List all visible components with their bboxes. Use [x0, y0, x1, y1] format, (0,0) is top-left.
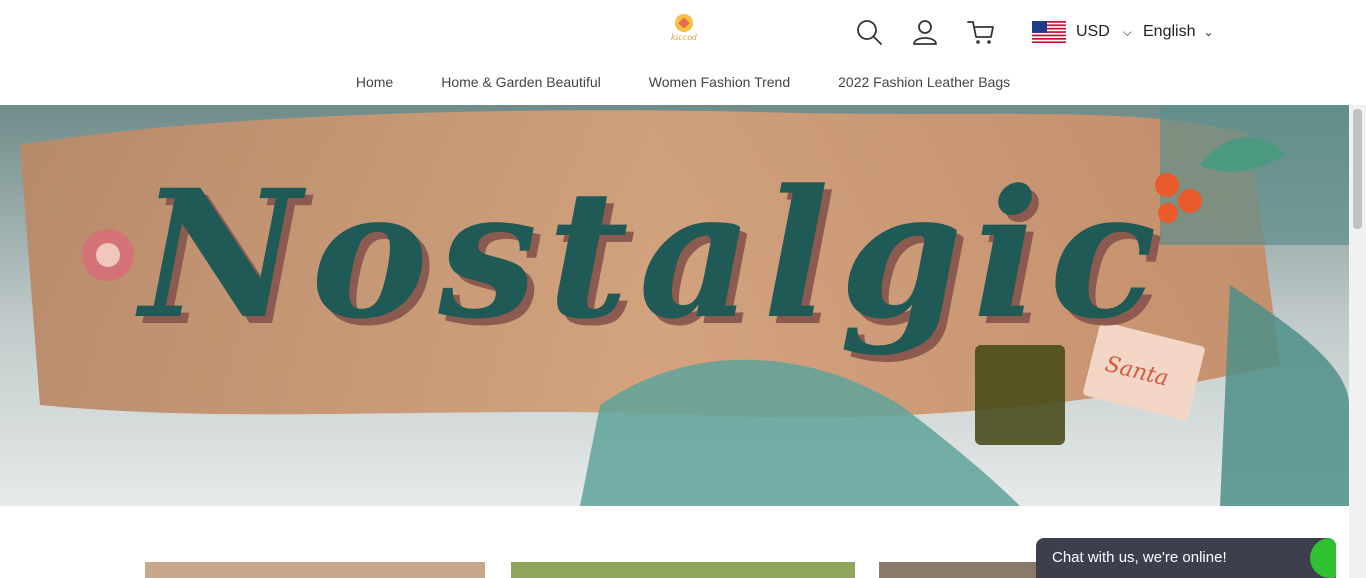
cart-button[interactable] — [966, 17, 996, 47]
user-icon — [913, 20, 937, 45]
currency-selector[interactable]: USD ⌵ — [1032, 20, 1132, 44]
language-selector[interactable]: English ⌄ — [1143, 20, 1214, 44]
search-button[interactable] — [854, 17, 884, 47]
logo-text: kiccod — [670, 33, 698, 42]
chevron-down-icon: ⌄ — [1203, 25, 1214, 39]
account-button[interactable] — [910, 17, 940, 47]
language-label: English — [1143, 23, 1196, 40]
site-header: kiccod USD ⌵ English ⌄ Home Home & Garde… — [0, 0, 1366, 105]
chat-widget[interactable]: Chat with us, we're online! — [1036, 538, 1336, 578]
product-card[interactable] — [145, 562, 485, 578]
search-icon — [857, 20, 882, 45]
page-scrollbar[interactable] — [1349, 105, 1366, 578]
product-card[interactable] — [511, 562, 855, 578]
hero-title: Nostalgic — [140, 151, 1167, 358]
product-card[interactable] — [879, 562, 1039, 578]
nav-item-women-fashion[interactable]: Women Fashion Trend — [649, 74, 790, 96]
online-status-icon — [1310, 538, 1336, 578]
main-nav: Home Home & Garden Beautiful Women Fashi… — [0, 74, 1366, 96]
nav-item-home-garden[interactable]: Home & Garden Beautiful — [441, 74, 601, 96]
chevron-down-icon: ⌵ — [1122, 24, 1132, 39]
currency-label: USD — [1076, 23, 1110, 40]
hero-banner[interactable]: Santa Nostalgic — [0, 105, 1349, 506]
us-flag-icon — [1032, 21, 1066, 43]
cart-icon — [967, 21, 994, 44]
chat-label: Chat with us, we're online! — [1052, 549, 1227, 566]
nav-item-home[interactable]: Home — [356, 74, 393, 96]
scrollbar-thumb[interactable] — [1353, 109, 1362, 229]
logo-icon — [675, 14, 693, 32]
nav-item-leather-bags[interactable]: 2022 Fashion Leather Bags — [838, 74, 1010, 96]
site-logo[interactable]: kiccod — [669, 14, 699, 46]
